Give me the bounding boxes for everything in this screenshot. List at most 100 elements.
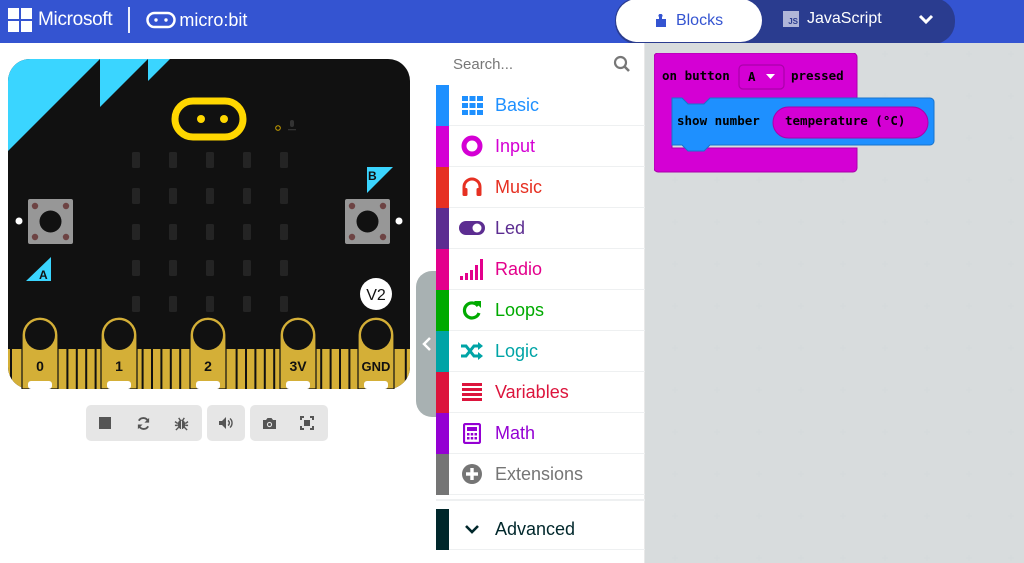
debug-button[interactable] (162, 405, 200, 441)
mute-button[interactable] (207, 405, 245, 441)
on-button-pressed-block[interactable]: on button A pressed show number temperat… (654, 53, 944, 178)
category-color-bar (436, 508, 449, 550)
led (280, 188, 288, 204)
grid-mark (798, 555, 804, 561)
edge-line (404, 349, 407, 389)
collapse-simulator-button[interactable] (416, 271, 438, 417)
camera-icon (262, 417, 276, 429)
grid-mark (1008, 303, 1014, 309)
category-logic[interactable]: Logic (436, 330, 645, 372)
pin-2[interactable]: 2 (189, 316, 227, 389)
pin-3v[interactable]: 3V (279, 316, 317, 389)
grid-mark (798, 345, 804, 351)
blocks-workspace[interactable]: on button A pressed show number temperat… (645, 43, 1024, 563)
pin-label: 3V (289, 358, 307, 374)
grid-mark (1008, 471, 1014, 477)
pin-gnd[interactable]: GND (357, 316, 395, 389)
grid-mark (798, 387, 804, 393)
grid-mark (1008, 177, 1014, 183)
grid-mark (1008, 429, 1014, 435)
search-input[interactable] (453, 55, 603, 73)
svg-text:B: B (368, 169, 377, 183)
category-input[interactable]: Input (436, 125, 645, 167)
category-label: Advanced (495, 518, 576, 539)
chevron-down-icon (465, 525, 479, 534)
category-math[interactable]: Math (436, 412, 645, 454)
show-number-label: show number (677, 113, 760, 128)
grid-mark (882, 261, 888, 267)
pin-1[interactable]: 1 (100, 316, 138, 389)
grid-mark (714, 261, 720, 267)
led (132, 296, 140, 312)
microbit-board[interactable]: A B V2 0 1 2 3V GND (8, 59, 410, 389)
shuffle-icon (461, 342, 483, 360)
button-a[interactable] (28, 199, 73, 244)
category-loops[interactable]: Loops (436, 289, 645, 331)
button-dropdown[interactable]: A (738, 64, 785, 90)
edge-line (348, 349, 351, 389)
pin-label: 2 (204, 358, 212, 374)
led (132, 224, 140, 240)
grid-mark (840, 387, 846, 393)
fullscreen-button[interactable] (288, 405, 326, 441)
grid-mark (924, 513, 930, 519)
svg-text:A: A (39, 268, 48, 282)
edge-line (169, 349, 172, 389)
screenshot-button[interactable] (250, 405, 288, 441)
grid-mark (714, 471, 720, 477)
editor-more-button[interactable] (916, 9, 936, 29)
grid-mark (756, 303, 762, 309)
stop-button[interactable] (86, 405, 124, 441)
grid-mark (798, 471, 804, 477)
grid-mark (924, 345, 930, 351)
pin-0[interactable]: 0 (21, 316, 59, 389)
category-basic[interactable]: Basic (436, 84, 645, 126)
tab-blocks[interactable]: Blocks (616, 0, 762, 42)
grid-mark (798, 261, 804, 267)
toolbox-search (436, 43, 645, 85)
tab-javascript[interactable]: JS JavaScript (783, 0, 882, 38)
button-dropdown-value: A (748, 69, 756, 84)
grid-mark (1008, 219, 1014, 225)
category-radio[interactable]: Radio (436, 248, 645, 290)
grid-mark (672, 219, 678, 225)
category-extensions[interactable]: Extensions (436, 453, 645, 495)
microbit-logo[interactable]: micro:bit (146, 10, 247, 31)
led (132, 188, 140, 204)
edge-line (263, 349, 266, 389)
chevron-left-icon (422, 337, 431, 351)
grid-mark (966, 261, 972, 267)
grid-mark (1008, 261, 1014, 267)
search-icon[interactable] (613, 55, 631, 73)
edge-line (339, 349, 341, 389)
category-label: Led (495, 217, 526, 238)
grid-mark (882, 219, 888, 225)
category-music[interactable]: Music (436, 166, 645, 208)
grid-mark (966, 429, 972, 435)
loop-icon (462, 301, 481, 320)
grid-mark (924, 429, 930, 435)
grid-mark (714, 219, 720, 225)
category-label: Extensions (495, 463, 584, 484)
simulator-panel: A B V2 0 1 2 3V GND (0, 43, 418, 563)
led (169, 188, 177, 204)
restart-button[interactable] (124, 405, 162, 441)
mount-hole (395, 217, 403, 225)
edge-line (254, 349, 257, 389)
edge-line (320, 349, 323, 389)
grid-mark (840, 219, 846, 225)
grid-mark (882, 429, 888, 435)
category-advanced[interactable]: Advanced (436, 508, 645, 550)
puzzle-icon (655, 13, 666, 27)
category-color-bar (436, 207, 449, 249)
category-variables[interactable]: Variables (436, 371, 645, 413)
grid-mark (756, 261, 762, 267)
button-b[interactable] (345, 199, 390, 244)
pin-label: GND (362, 359, 391, 374)
grid-mark (1008, 555, 1014, 561)
grid-mark (714, 387, 720, 393)
edge-line (329, 349, 332, 389)
grid-icon (461, 95, 483, 115)
plus-circle-icon (462, 464, 482, 484)
category-led[interactable]: Led (436, 207, 645, 249)
